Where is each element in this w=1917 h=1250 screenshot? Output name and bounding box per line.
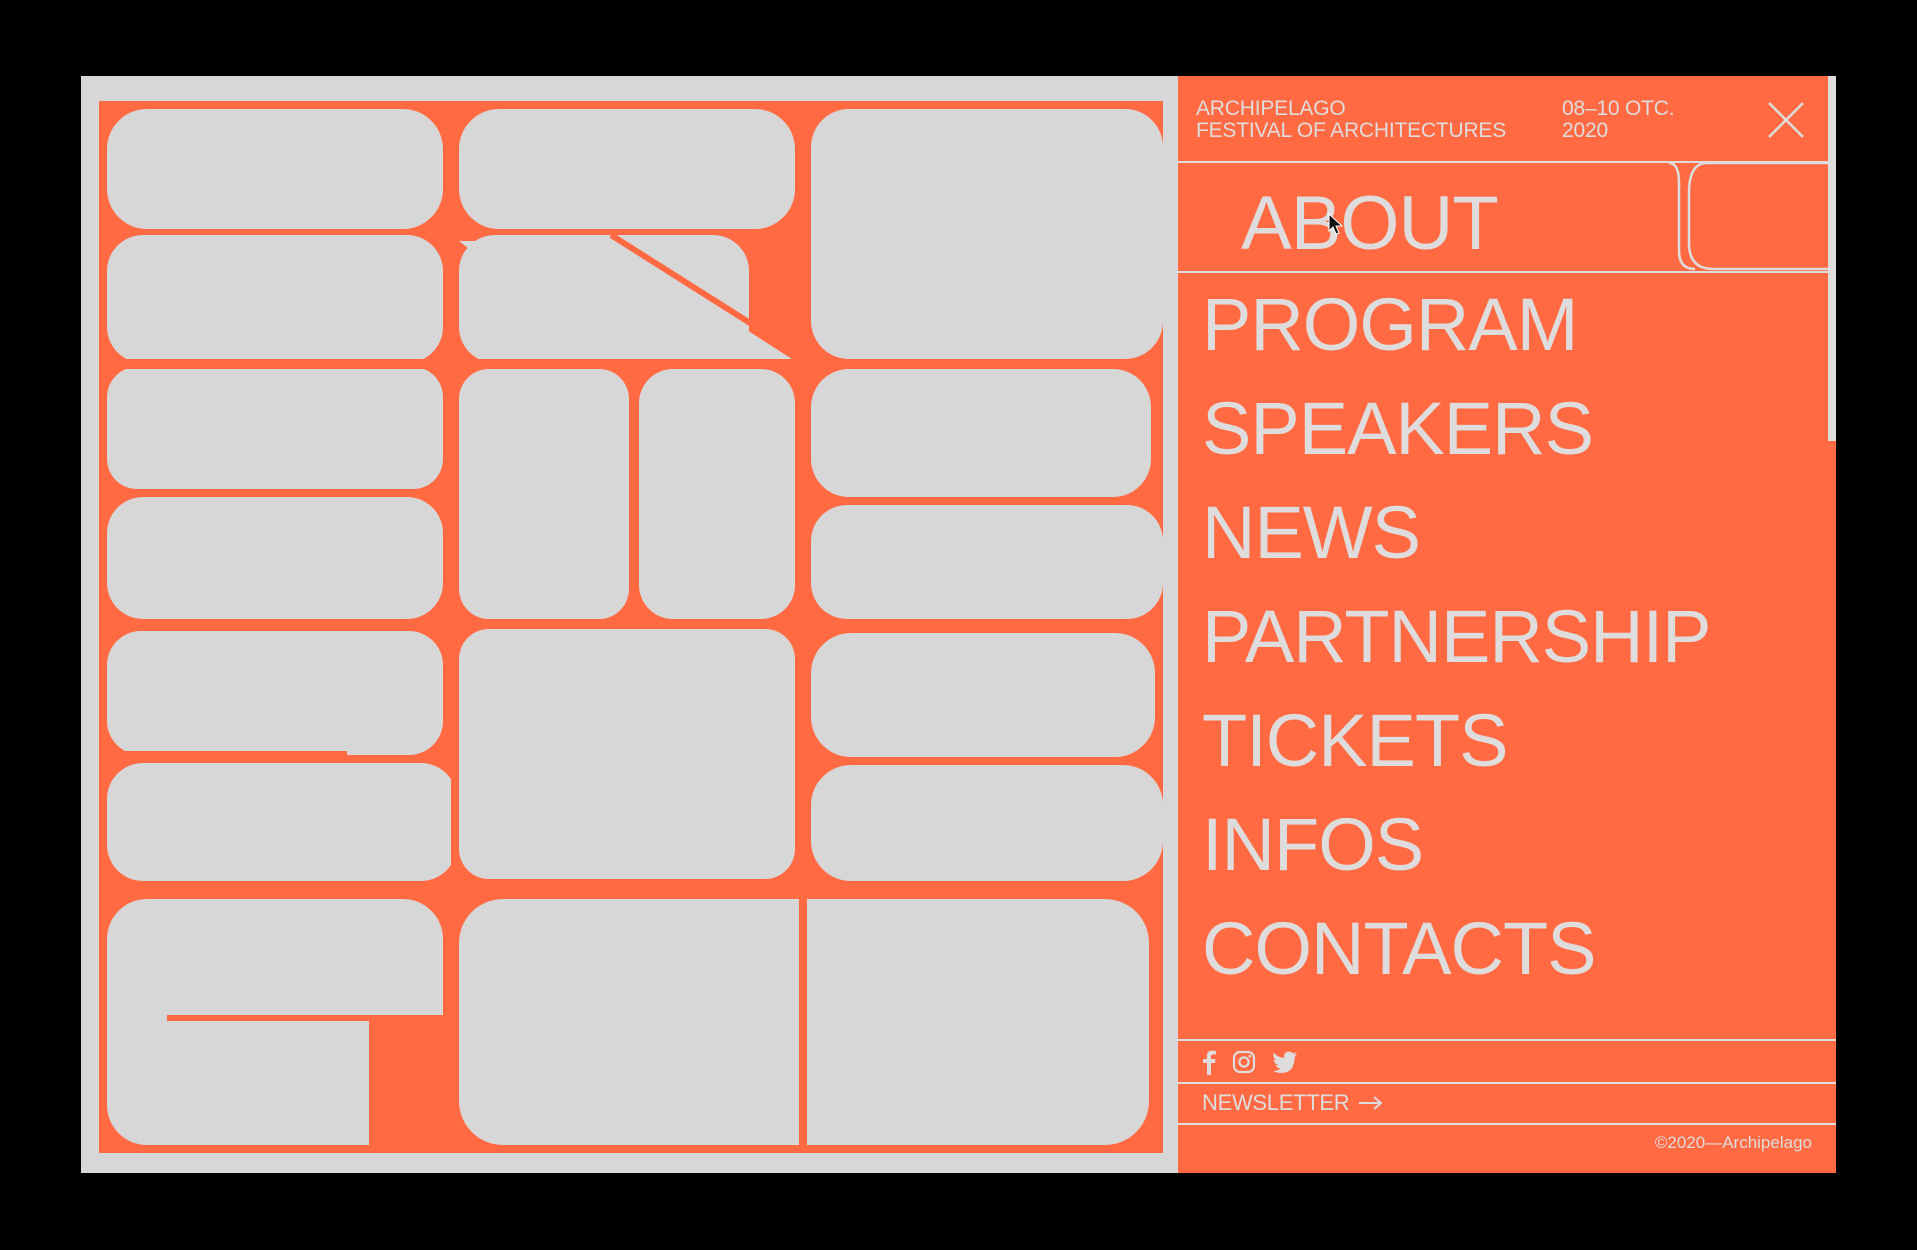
app-window: ARCHIPELAGO FESTIVAL OF ARCHITECTURES 08… [81, 76, 1836, 1173]
menu-item-partnership[interactable]: PARTNERSHIP [1178, 585, 1836, 689]
menu-item-contacts[interactable]: CONTACTS [1178, 897, 1836, 1001]
festival-name: ARCHIPELAGO [1196, 97, 1346, 120]
menu-item-news[interactable]: NEWS [1178, 481, 1836, 585]
festival-dates-days: 08–10 OTC. [1562, 97, 1675, 120]
close-icon[interactable] [1766, 100, 1806, 140]
about-decorative-shape [1667, 163, 1828, 271]
festival-subtitle: FESTIVAL OF ARCHITECTURES [1196, 119, 1507, 142]
newsletter-label: NEWSLETTER [1202, 1090, 1350, 1115]
menu-item-tickets[interactable]: TICKETS [1178, 689, 1836, 793]
festival-title[interactable]: ARCHIPELAGO FESTIVAL OF ARCHITECTURES [1196, 98, 1506, 142]
menu-item-infos[interactable]: INFOS [1178, 793, 1836, 897]
divider [1178, 1082, 1836, 1084]
menu-item-about[interactable]: ABOUT [1178, 163, 1828, 273]
copyright-text: ©2020—Archipelago [1654, 1133, 1812, 1152]
divider [1178, 1123, 1836, 1125]
social-links [1202, 1047, 1298, 1077]
arrow-right-icon [1359, 1096, 1383, 1110]
archipelago-logo-artwork [99, 101, 1163, 1153]
menu-item-speakers[interactable]: SPEAKERS [1178, 377, 1836, 481]
twitter-icon[interactable] [1272, 1051, 1298, 1073]
mouse-cursor-icon [1328, 213, 1344, 235]
festival-dates: 08–10 OTC. 2020 [1562, 97, 1675, 142]
menu-item-about-label: ABOUT [1241, 181, 1499, 266]
festival-dates-year: 2020 [1562, 119, 1608, 142]
instagram-icon[interactable] [1232, 1050, 1256, 1074]
divider [1178, 1039, 1836, 1041]
facebook-icon[interactable] [1202, 1049, 1216, 1075]
newsletter-link[interactable]: NEWSLETTER [1202, 1088, 1383, 1118]
menu-item-program[interactable]: PROGRAM [1178, 273, 1836, 377]
panel-header: ARCHIPELAGO FESTIVAL OF ARCHITECTURES 08… [1178, 76, 1828, 163]
navigation-panel: ARCHIPELAGO FESTIVAL OF ARCHITECTURES 08… [1178, 76, 1836, 1173]
main-menu: PROGRAM SPEAKERS NEWS PARTNERSHIP TICKET… [1178, 273, 1836, 1001]
